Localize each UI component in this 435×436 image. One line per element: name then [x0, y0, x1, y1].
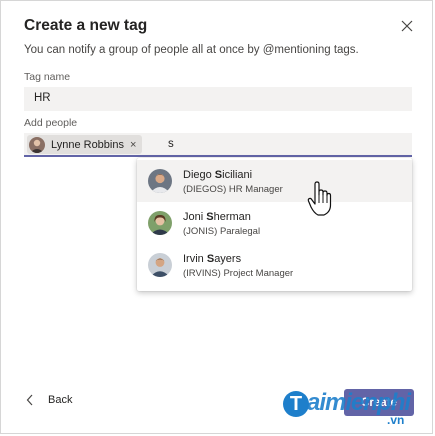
irvin-avatar [148, 253, 172, 277]
people-search-query: s [168, 138, 174, 150]
chevron-left-icon [26, 394, 33, 406]
back-label: Back [48, 394, 73, 406]
suggestion-detail: (JONIS) Paralegal [183, 226, 261, 237]
tag-name-field[interactable]: HR [24, 87, 412, 111]
suggestion-diego[interactable]: Diego Siciliani (DIEGOS) HR Manager [137, 160, 412, 202]
suggestion-joni[interactable]: Joni Sherman (JONIS) Paralegal [137, 202, 412, 244]
suggestion-detail: (DIEGOS) HR Manager [183, 184, 283, 195]
watermark-domain: .vn [387, 413, 405, 427]
selected-person-pill: Lynne Robbins × [27, 135, 143, 154]
selected-person-name: Lynne Robbins [51, 138, 124, 151]
lynne-avatar [29, 136, 45, 153]
suggestion-name: Joni Sherman [183, 211, 251, 223]
watermark-mark: T [283, 391, 309, 417]
watermark-logo: T aimienphi .vn [283, 387, 433, 435]
hand-pointer-cursor-icon [307, 181, 332, 216]
suggestion-detail: (IRVINS) Project Manager [183, 268, 294, 279]
remove-person-icon[interactable]: × [130, 139, 136, 151]
add-people-label: Add people [24, 117, 78, 129]
diego-avatar [148, 169, 172, 193]
add-people-field[interactable]: Lynne Robbins × s [24, 133, 412, 157]
people-suggestions-dropdown: Diego Siciliani (DIEGOS) HR Manager Joni… [137, 158, 412, 291]
dialog-subtitle: You can notify a group of people all at … [24, 44, 359, 56]
suggestion-name: Irvin Sayers [183, 253, 242, 265]
joni-avatar [148, 211, 172, 235]
create-tag-dialog: Create a new tag You can notify a group … [0, 0, 433, 434]
suggestion-name: Diego Siciliani [183, 169, 253, 181]
tag-name-value: HR [34, 92, 51, 104]
close-icon[interactable] [399, 18, 415, 34]
tag-name-label: Tag name [24, 71, 71, 83]
dialog-title: Create a new tag [24, 17, 148, 34]
suggestion-irvin[interactable]: Irvin Sayers (IRVINS) Project Manager [137, 244, 412, 286]
back-button[interactable]: Back [26, 394, 72, 406]
